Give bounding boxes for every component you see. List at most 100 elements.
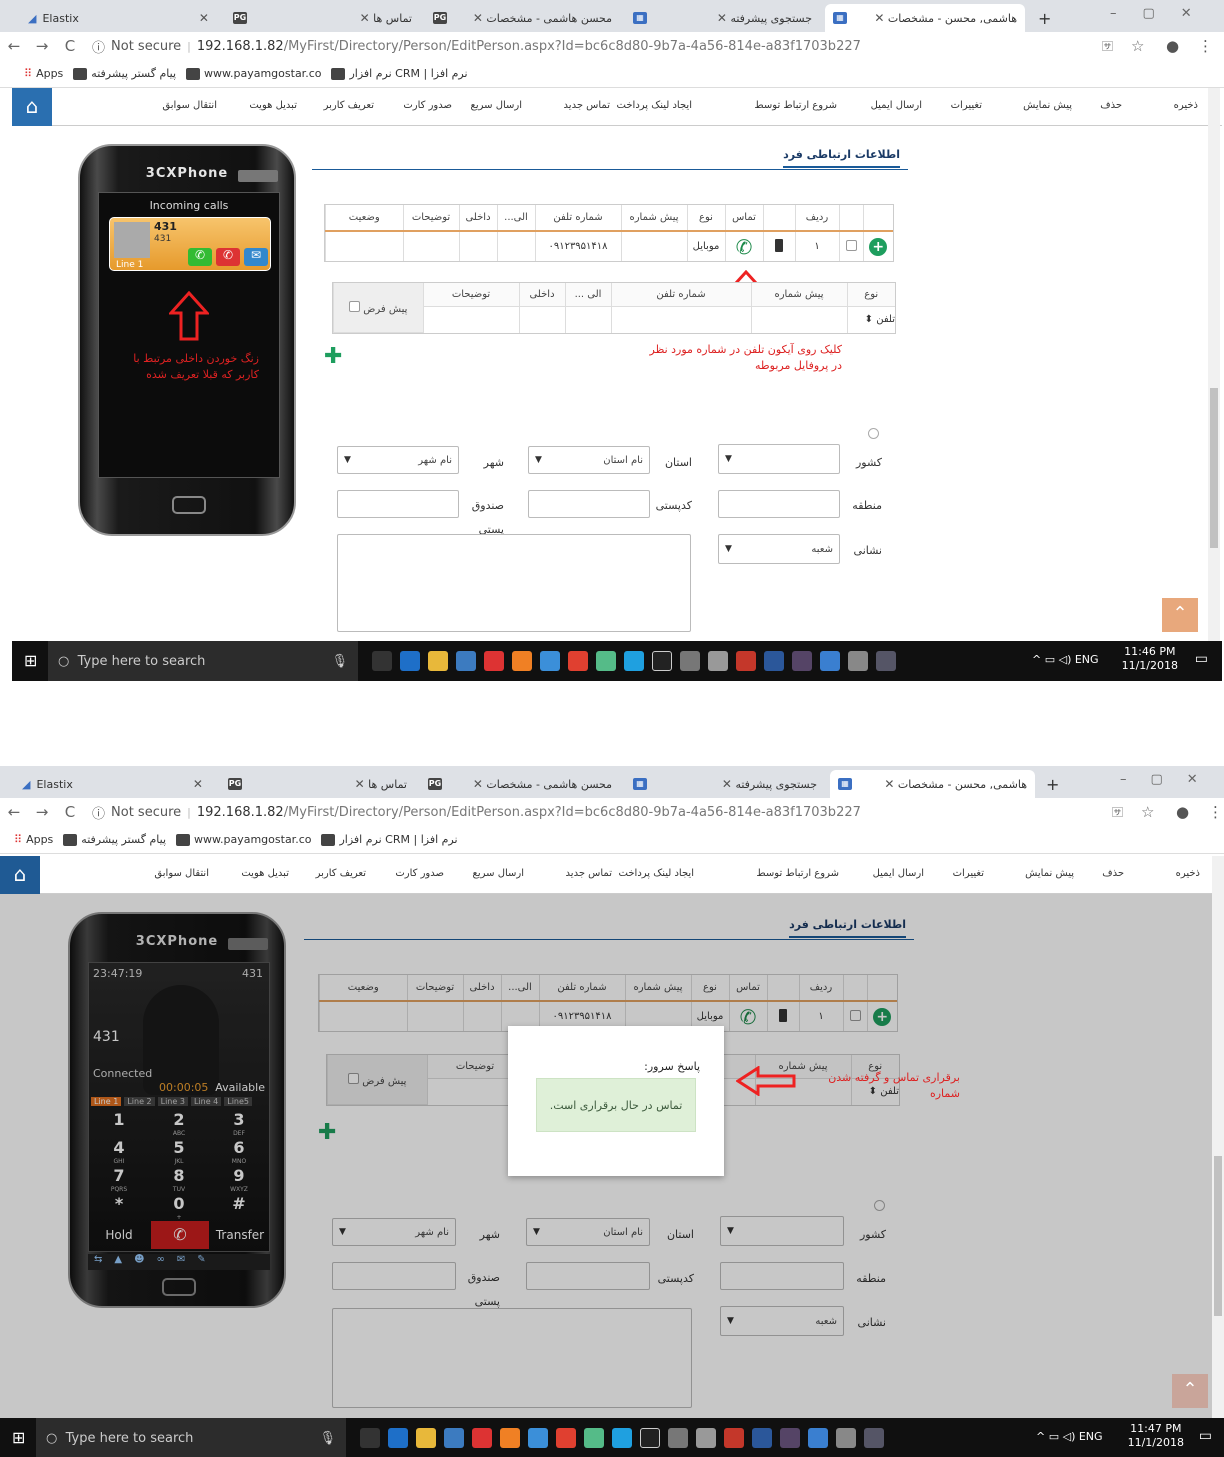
tray-icons[interactable]: ^ ▭ ◁) ENG — [1032, 653, 1099, 666]
convert-identity-button[interactable]: تبدیل هویت — [249, 100, 297, 111]
edge-icon[interactable] — [400, 651, 420, 671]
preview-button[interactable]: پیش نمایش — [1023, 100, 1072, 111]
firefox-icon[interactable] — [500, 1428, 520, 1448]
powerpoint-icon[interactable] — [724, 1428, 744, 1448]
word-icon[interactable] — [752, 1428, 772, 1448]
settings-icon[interactable] — [696, 1428, 716, 1448]
info-icon[interactable]: ⓘ — [92, 37, 105, 56]
close-tab-icon[interactable]: ✕ — [360, 11, 370, 25]
answer-call-icon[interactable]: ✆ — [188, 248, 212, 266]
app-icon[interactable] — [820, 651, 840, 671]
explorer-icon[interactable] — [428, 651, 448, 671]
changes-button[interactable]: تغییرات — [951, 100, 982, 111]
transfer-records-button[interactable]: انتقال سوابق — [162, 100, 217, 111]
region-input[interactable] — [718, 490, 840, 518]
app-icon[interactable] — [484, 651, 504, 671]
delete-button[interactable]: حذف — [1102, 868, 1124, 879]
tools-icon[interactable] — [668, 1428, 688, 1448]
explorer-icon[interactable] — [416, 1428, 436, 1448]
app-icon[interactable] — [792, 651, 812, 671]
bookmark-payam[interactable]: پیام گستر پیشرفته — [81, 833, 166, 846]
back-icon[interactable]: ← — [0, 37, 28, 55]
menu-icon[interactable]: ⋮ — [1208, 803, 1223, 821]
task-view-icon[interactable] — [360, 1428, 380, 1448]
changes-button[interactable]: تغییرات — [953, 868, 984, 879]
app-icon[interactable] — [584, 1428, 604, 1448]
branch-select[interactable]: شعبه ▼ — [718, 534, 840, 564]
store-icon[interactable] — [444, 1428, 464, 1448]
new-to-input[interactable] — [564, 306, 611, 333]
add-icon[interactable]: + — [869, 237, 888, 256]
app-icon[interactable] — [528, 1428, 548, 1448]
edge-icon[interactable] — [388, 1428, 408, 1448]
bookmark-payam[interactable]: پیام گستر پیشرفته — [91, 67, 176, 80]
apps-icon[interactable]: ⠿ — [14, 833, 22, 846]
url-input[interactable]: 192.168.1.82/MyFirst/Directory/Person/Ed… — [197, 805, 861, 820]
phone-window-controls[interactable] — [238, 170, 278, 182]
forward-icon[interactable]: → — [28, 37, 56, 55]
add-phone-icon[interactable]: ✚ — [324, 344, 342, 369]
clock[interactable]: 11:46 PM 11/1/2018 — [1122, 645, 1178, 673]
store-icon[interactable] — [456, 651, 476, 671]
scrollbar-thumb[interactable] — [1214, 1156, 1222, 1316]
tray-icons[interactable]: ^ ▭ ◁) ENG — [1036, 1430, 1103, 1443]
close-tab-icon[interactable]: ✕ — [884, 777, 894, 791]
app-icon[interactable] — [472, 1428, 492, 1448]
star-icon[interactable]: ☆ — [1131, 37, 1144, 55]
windows-start-icon[interactable]: ⊞ — [12, 1428, 25, 1447]
bookmark-apps[interactable]: Apps — [26, 833, 53, 846]
windows-start-icon[interactable]: ⊞ — [24, 651, 37, 670]
task-view-icon[interactable] — [372, 651, 392, 671]
define-user-button[interactable]: تعریف کاربر — [316, 868, 366, 879]
account-icon[interactable]: ● — [1166, 37, 1179, 55]
notification-icon[interactable]: ▭ — [1195, 651, 1208, 667]
vertical-scrollbar[interactable] — [1208, 88, 1220, 644]
notification-icon[interactable]: ▭ — [1199, 1428, 1212, 1444]
tab-active-person[interactable]: ▦ ✕ هاشمی, محسن - مشخصات — [825, 4, 1025, 32]
new-tab-button[interactable]: + — [1030, 4, 1059, 32]
app-icon[interactable] — [540, 651, 560, 671]
taskbar-search-input[interactable]: ○ Type here to search 🎙 — [36, 1418, 346, 1457]
back-icon[interactable]: ← — [0, 803, 28, 821]
payment-link-button[interactable]: ایجاد لینک پرداخت — [619, 868, 694, 879]
postal-input[interactable] — [528, 490, 650, 518]
app-icon[interactable] — [876, 651, 896, 671]
payment-link-button[interactable]: ایجاد لینک پرداخت — [617, 100, 692, 111]
issue-card-button[interactable]: صدور کارت — [395, 868, 444, 879]
bookmark-crm[interactable]: نرم افزار CRM | نرم افزا — [349, 67, 467, 80]
close-tab-icon[interactable]: ✕ — [717, 11, 727, 25]
tab-elastix[interactable]: ◢ Elastix ✕ — [20, 4, 220, 32]
bookmark-site[interactable]: www.payamgostar.co — [204, 67, 321, 80]
url-input[interactable]: 192.168.1.82/MyFirst/Directory/Person/Ed… — [197, 39, 861, 54]
chrome-icon[interactable] — [568, 651, 588, 671]
app-icon[interactable] — [864, 1428, 884, 1448]
app-icon[interactable] — [808, 1428, 828, 1448]
close-tab-icon[interactable]: ✕ — [193, 777, 203, 791]
new-tab-button[interactable]: + — [1038, 770, 1067, 798]
new-type-select[interactable]: تلفن ⬍ — [846, 306, 895, 333]
start-contact-button[interactable]: شروع ارتباط توسط — [756, 868, 839, 879]
chrome-icon[interactable] — [556, 1428, 576, 1448]
phone-home-key[interactable] — [172, 496, 206, 514]
new-number-input[interactable] — [610, 306, 751, 333]
country-select[interactable]: ▼ — [718, 444, 840, 474]
define-user-button[interactable]: تعریف کاربر — [324, 100, 374, 111]
delete-button[interactable]: حذف — [1100, 100, 1122, 111]
powerpoint-icon[interactable] — [736, 651, 756, 671]
save-button[interactable]: ذخیره — [1174, 100, 1198, 111]
window-controls[interactable]: –▢✕ — [1110, 6, 1218, 21]
apps-icon[interactable]: ⠿ — [24, 67, 32, 80]
bookmark-crm[interactable]: نرم افزار CRM | نرم افزا — [339, 833, 457, 846]
new-description-input[interactable] — [422, 306, 519, 333]
translate-icon[interactable]: 🈂 — [1112, 804, 1123, 820]
settings-icon[interactable] — [708, 651, 728, 671]
tab-calls[interactable]: PG ✕ تماس ها — [225, 4, 420, 32]
bookmark-apps[interactable]: Apps — [36, 67, 63, 80]
address-textarea[interactable] — [337, 534, 691, 632]
tab-person-details[interactable]: PG ✕ محسن هاشمی - مشخصات — [425, 4, 620, 32]
new-extension-input[interactable] — [518, 306, 565, 333]
new-call-button[interactable]: تماس جدید — [564, 100, 610, 111]
close-tab-icon[interactable]: ✕ — [874, 11, 884, 25]
pobox-input[interactable] — [337, 490, 459, 518]
reload-icon[interactable]: C — [56, 37, 84, 55]
